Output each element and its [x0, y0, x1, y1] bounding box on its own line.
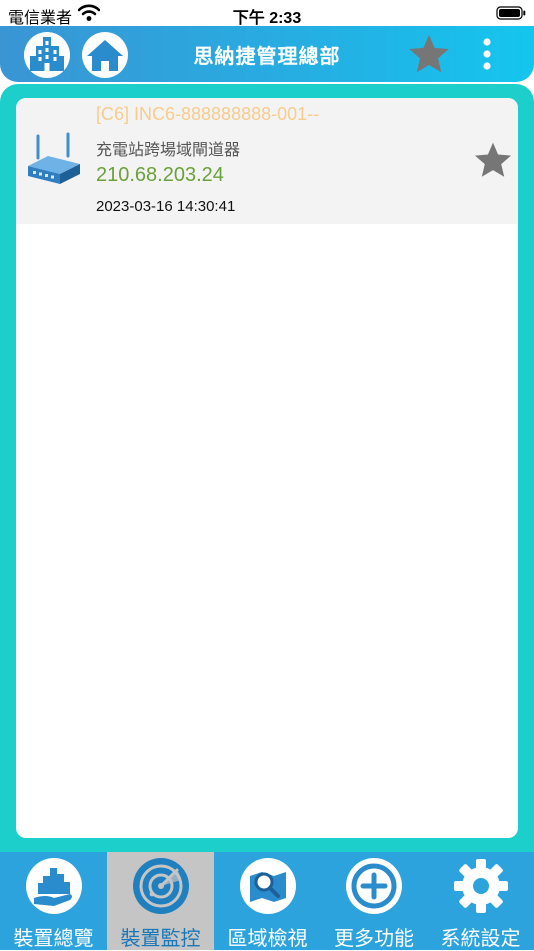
tab-label: 系統設定	[440, 928, 521, 950]
star-icon[interactable]	[406, 32, 452, 78]
device-card[interactable]: [C6] INC6-888888888-001-- 充電站跨場域閘道器 210.…	[16, 98, 518, 224]
status-bar: 電信業者 下午 2:33	[0, 0, 534, 27]
favorite-star-icon[interactable]	[472, 140, 514, 182]
bottom-tab-bar: 裝置總覽 裝置監控 區域檢視 更多功能 系統設定	[0, 852, 534, 950]
tab-label: 裝置監控	[120, 928, 201, 950]
app-header: 思納捷管理總部	[0, 26, 534, 82]
city-hand-icon	[25, 858, 82, 914]
tab-device-overview[interactable]: 裝置總覽	[0, 852, 107, 950]
device-ip: 210.68.203.24	[96, 164, 224, 186]
tab-label: 區域檢視	[227, 928, 308, 950]
plus-circle-icon	[346, 858, 402, 914]
router-icon	[28, 132, 80, 184]
device-title: [C6] INC6-888888888-001--	[96, 104, 320, 124]
device-timestamp: 2023-03-16 14:30:41	[96, 198, 236, 215]
tab-label: 更多功能	[334, 928, 414, 950]
tab-label: 裝置總覽	[13, 928, 94, 950]
page-title: 思納捷管理總部	[193, 46, 341, 68]
tab-device-monitoring[interactable]: 裝置監控	[107, 852, 214, 950]
device-list[interactable]: [C6] INC6-888888888-001-- 充電站跨場域閘道器 210.…	[16, 98, 518, 838]
gear-icon	[453, 859, 508, 913]
map-search-icon	[239, 858, 296, 914]
device-type: 充電站跨場域閘道器	[96, 142, 241, 159]
content-frame: [C6] INC6-888888888-001-- 充電站跨場域閘道器 210.…	[0, 84, 534, 852]
radar-icon	[132, 858, 189, 914]
tab-system-settings[interactable]: 系統設定	[427, 852, 534, 950]
more-vertical-icon[interactable]	[472, 34, 502, 76]
battery-icon	[496, 6, 526, 20]
tab-area-view[interactable]: 區域檢視	[214, 852, 321, 950]
clock: 下午 2:33	[232, 10, 302, 27]
tab-more-functions[interactable]: 更多功能	[321, 852, 427, 950]
